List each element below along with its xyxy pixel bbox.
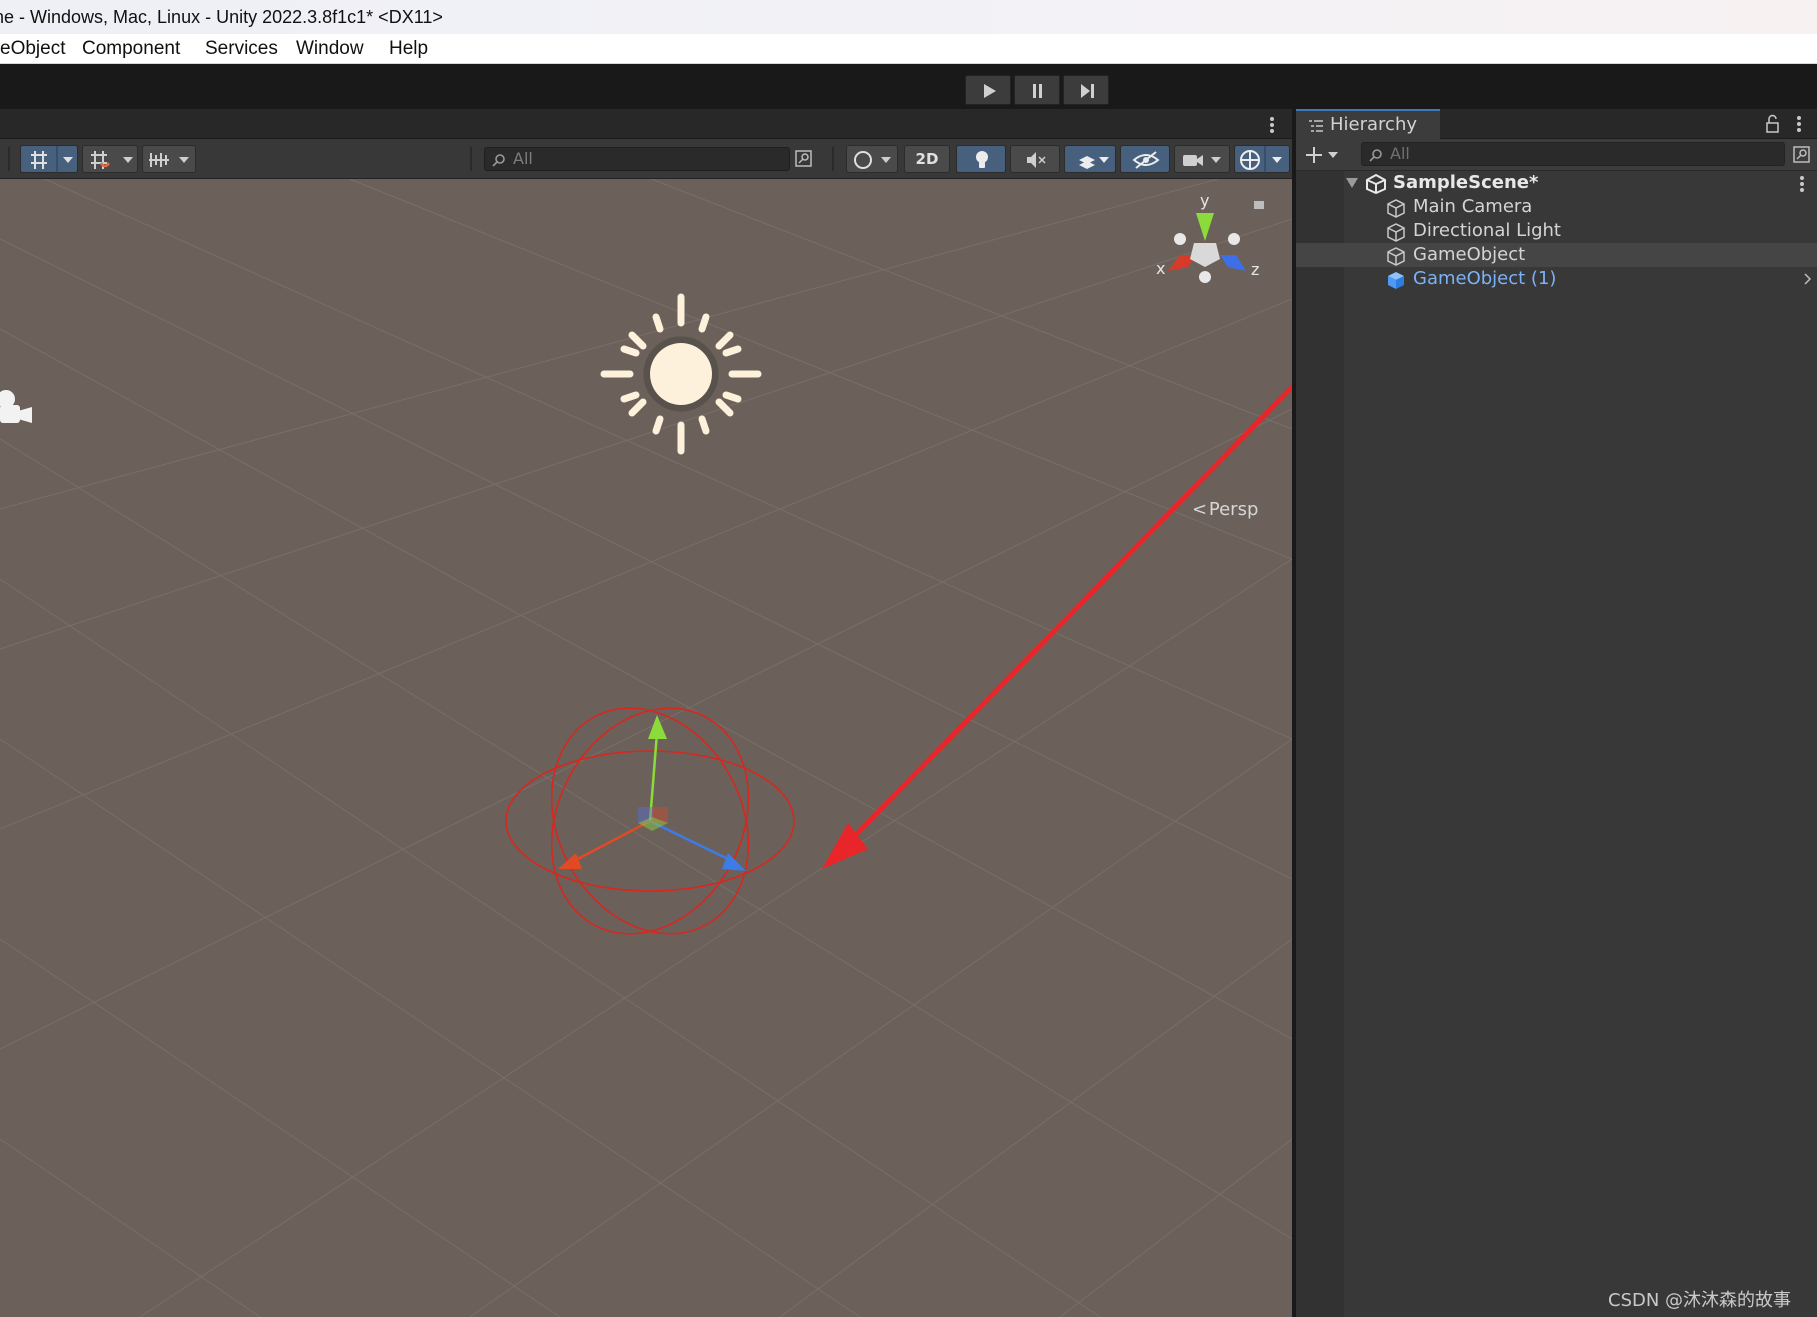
light-bulb-icon bbox=[976, 151, 988, 168]
lock-icon[interactable] bbox=[1765, 114, 1781, 134]
audio-toggle[interactable] bbox=[1010, 145, 1060, 173]
search-icon bbox=[492, 154, 505, 167]
gameobject-transform-gizmo[interactable] bbox=[500, 689, 800, 949]
hierarchy-tab-label: Hierarchy bbox=[1330, 114, 1418, 135]
eye-hidden-icon bbox=[1132, 151, 1160, 169]
hierarchy-toolbar: All bbox=[1296, 139, 1817, 171]
more-options-icon[interactable] bbox=[1268, 115, 1276, 135]
watermark: CSDN @沐沐森的故事 bbox=[1608, 1290, 1792, 1311]
play-button[interactable] bbox=[965, 75, 1011, 105]
menu-services[interactable]: Services bbox=[205, 34, 278, 64]
grid-snap-icon bbox=[31, 146, 73, 174]
gameobject-cube-icon bbox=[1387, 223, 1405, 242]
hierarchy-item-label: Main Camera bbox=[1413, 196, 1533, 217]
effects-dropdown[interactable] bbox=[1064, 145, 1116, 173]
grid-snapping-toggle[interactable] bbox=[20, 145, 78, 174]
menu-component[interactable]: Component bbox=[82, 34, 180, 64]
ruler-icon bbox=[149, 153, 189, 167]
search-icon bbox=[1369, 149, 1382, 162]
window-title: ne - Windows, Mac, Linux - Unity 2022.3.… bbox=[0, 7, 443, 27]
open-search-window-icon[interactable] bbox=[1791, 144, 1813, 166]
step-icon bbox=[1081, 84, 1094, 98]
hierarchy-item-label: Directional Light bbox=[1413, 220, 1561, 241]
hierarchy-item-gameobject[interactable]: GameObject bbox=[1296, 243, 1817, 267]
shaded-sphere-icon bbox=[854, 151, 891, 169]
annotation-arrow bbox=[822, 383, 1292, 869]
scene-search-placeholder: All bbox=[513, 149, 533, 168]
add-object-dropdown-icon[interactable] bbox=[1304, 145, 1344, 165]
hierarchy-item-main-camera[interactable]: Main Camera bbox=[1296, 195, 1817, 219]
chevron-down-icon[interactable] bbox=[1346, 178, 1358, 188]
camera-settings-dropdown[interactable] bbox=[1174, 145, 1230, 173]
scene-name: SampleScene* bbox=[1393, 172, 1539, 193]
camera-icon bbox=[1183, 155, 1221, 166]
hierarchy-scene-row[interactable]: SampleScene* bbox=[1296, 171, 1817, 195]
pause-button[interactable] bbox=[1014, 75, 1060, 105]
window-title-bar: ne - Windows, Mac, Linux - Unity 2022.3.… bbox=[0, 0, 1817, 34]
hierarchy-tree: SampleScene* Main Camera Directional Lig… bbox=[1296, 171, 1817, 1317]
directional-light-gizmo-icon[interactable] bbox=[596, 291, 766, 461]
scene-visibility-toggle[interactable] bbox=[1120, 145, 1170, 173]
main-toolbar bbox=[0, 64, 1817, 109]
open-search-window-icon[interactable] bbox=[793, 148, 815, 170]
gizmo-y-label: y bbox=[1200, 191, 1209, 210]
scene-lighting-toggle[interactable] bbox=[956, 145, 1006, 173]
unity-scene-icon bbox=[1366, 174, 1386, 194]
gameobject-cube-icon bbox=[1387, 247, 1405, 266]
tab-hierarchy[interactable]: Hierarchy bbox=[1296, 109, 1440, 139]
more-options-icon[interactable] bbox=[1798, 174, 1806, 194]
scene-search-input[interactable]: All bbox=[484, 147, 790, 171]
draw-mode-dropdown[interactable] bbox=[846, 145, 898, 173]
gizmos-globe-icon bbox=[1240, 146, 1282, 174]
hierarchy-search-input[interactable]: All bbox=[1361, 142, 1785, 166]
menu-help[interactable]: Help bbox=[389, 34, 428, 64]
toolbar-divider bbox=[8, 147, 10, 171]
pause-icon bbox=[1033, 84, 1042, 98]
chevron-right-icon[interactable] bbox=[1804, 273, 1812, 285]
scene-view-toolbar: All 2D bbox=[0, 139, 1292, 179]
gizmos-dropdown[interactable] bbox=[1234, 145, 1290, 174]
toolbar-divider bbox=[832, 147, 834, 171]
scene-view-header bbox=[0, 109, 1292, 139]
menu-bar: eObject Component Services Window Help bbox=[0, 34, 1817, 64]
effects-layers-icon bbox=[1079, 156, 1109, 169]
camera-gizmo-icon[interactable] bbox=[0, 389, 40, 439]
increment-snap-toggle[interactable] bbox=[82, 145, 138, 173]
mode-2d-toggle[interactable]: 2D bbox=[904, 145, 950, 173]
scene-viewport[interactable]: y x z < Persp bbox=[0, 179, 1292, 1317]
menu-window[interactable]: Window bbox=[296, 34, 364, 64]
prefab-cube-icon bbox=[1388, 272, 1404, 289]
list-icon bbox=[1309, 120, 1323, 132]
hierarchy-item-label: GameObject (1) bbox=[1413, 268, 1557, 289]
hierarchy-item-gameobject-1[interactable]: GameObject (1) bbox=[1296, 267, 1817, 291]
gameobject-cube-icon bbox=[1387, 199, 1405, 218]
increment-snap-icon bbox=[91, 151, 133, 169]
hierarchy-item-directional-light[interactable]: Directional Light bbox=[1296, 219, 1817, 243]
menu-gameobject[interactable]: eObject bbox=[0, 34, 65, 64]
play-icon bbox=[984, 84, 996, 98]
audio-muted-icon bbox=[1027, 152, 1046, 168]
hierarchy-search-placeholder: All bbox=[1390, 144, 1410, 163]
hierarchy-item-label: GameObject bbox=[1413, 244, 1526, 265]
step-button[interactable] bbox=[1063, 75, 1109, 105]
toolbar-divider bbox=[470, 147, 472, 171]
ruler-toggle[interactable] bbox=[142, 145, 196, 173]
hierarchy-gutter bbox=[1296, 171, 1344, 1317]
hierarchy-header: Hierarchy bbox=[1296, 109, 1817, 139]
more-options-icon[interactable] bbox=[1795, 114, 1803, 134]
